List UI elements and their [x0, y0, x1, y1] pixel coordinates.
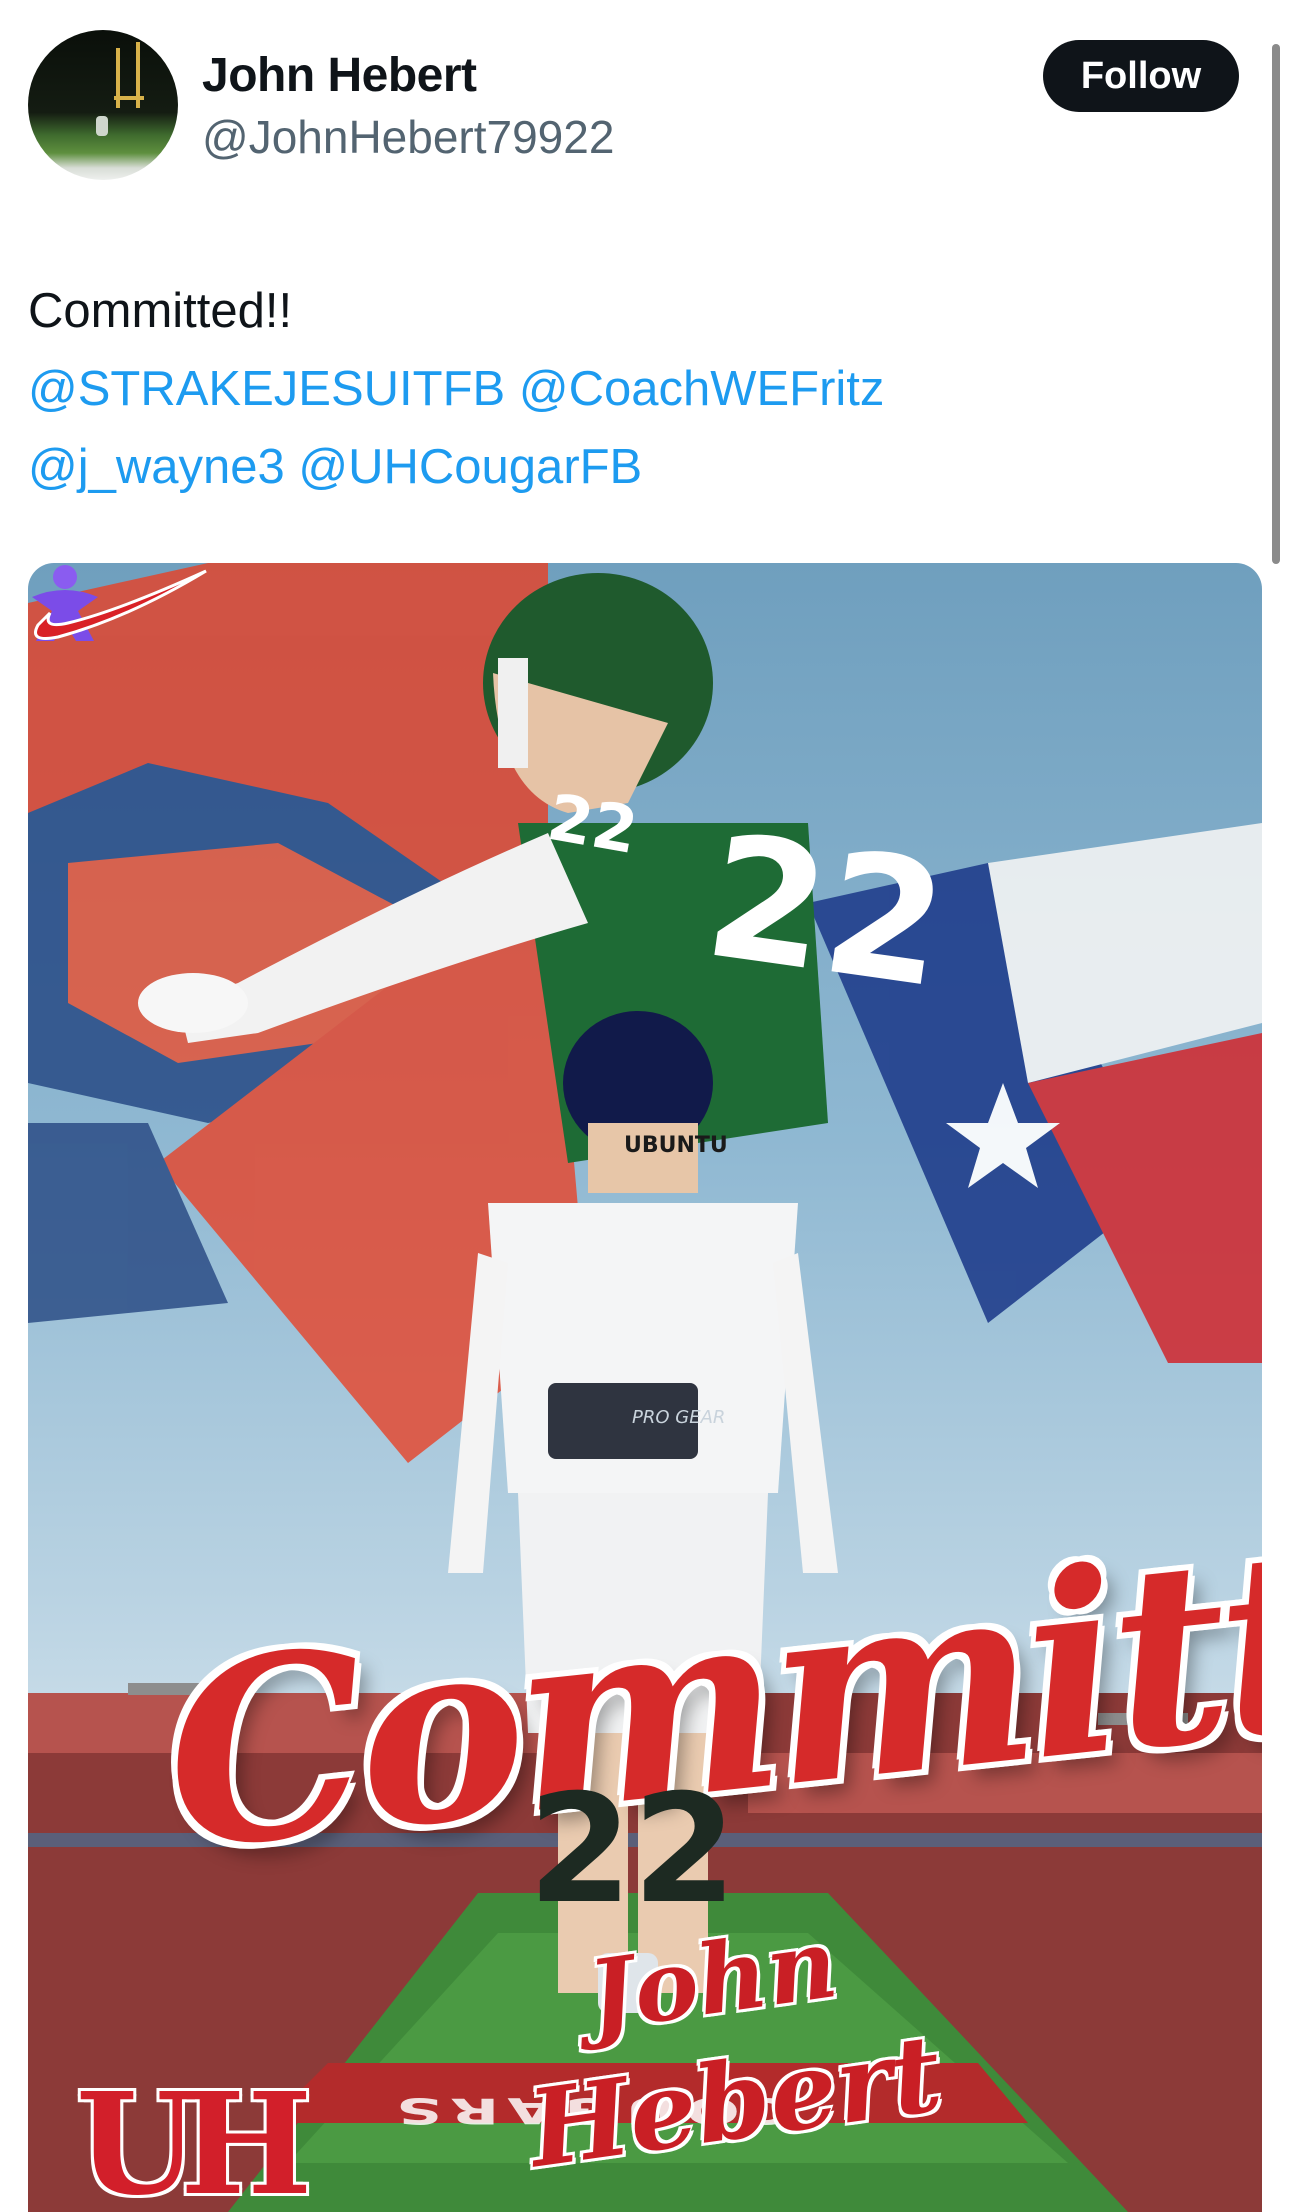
- white-jersey-number: 22: [528, 1763, 737, 1937]
- post-body: Committed!!: [28, 284, 293, 338]
- mention-j-wayne3[interactable]: @j_wayne3: [28, 440, 285, 494]
- goalpost-crossbar: [114, 96, 144, 100]
- post-media-image[interactable]: 22 22 UBUNTU Committed 22 PRO GEAR COUGA…: [28, 563, 1262, 2212]
- author-handle[interactable]: @JohnHebert79922: [202, 110, 614, 164]
- author-name[interactable]: John Hebert: [202, 48, 477, 103]
- kicker-figure: [96, 116, 108, 136]
- follow-button[interactable]: Follow: [1043, 40, 1239, 112]
- mention-coachwefritz[interactable]: @CoachWEFritz: [519, 362, 885, 416]
- post-text: Committed!! @STRAKEJESUITFB @CoachWEFrit…: [28, 272, 1208, 506]
- mention-uhcougarfb[interactable]: @UHCougarFB: [298, 440, 642, 494]
- mention-strakejesuitfb[interactable]: @STRAKEJESUITFB: [28, 362, 505, 416]
- uh-logo-icon: UH: [76, 2063, 312, 2212]
- avatar[interactable]: [28, 30, 178, 180]
- green-jersey-number: 22: [695, 797, 958, 1027]
- jersey-nameplate: UBUNTU: [624, 1133, 728, 1158]
- nike-swoosh-icon: [34, 569, 207, 640]
- belt-text: PRO GEAR: [632, 1407, 726, 1428]
- green-shoulder-number: 22: [542, 780, 643, 870]
- scrollbar[interactable]: [1272, 44, 1280, 564]
